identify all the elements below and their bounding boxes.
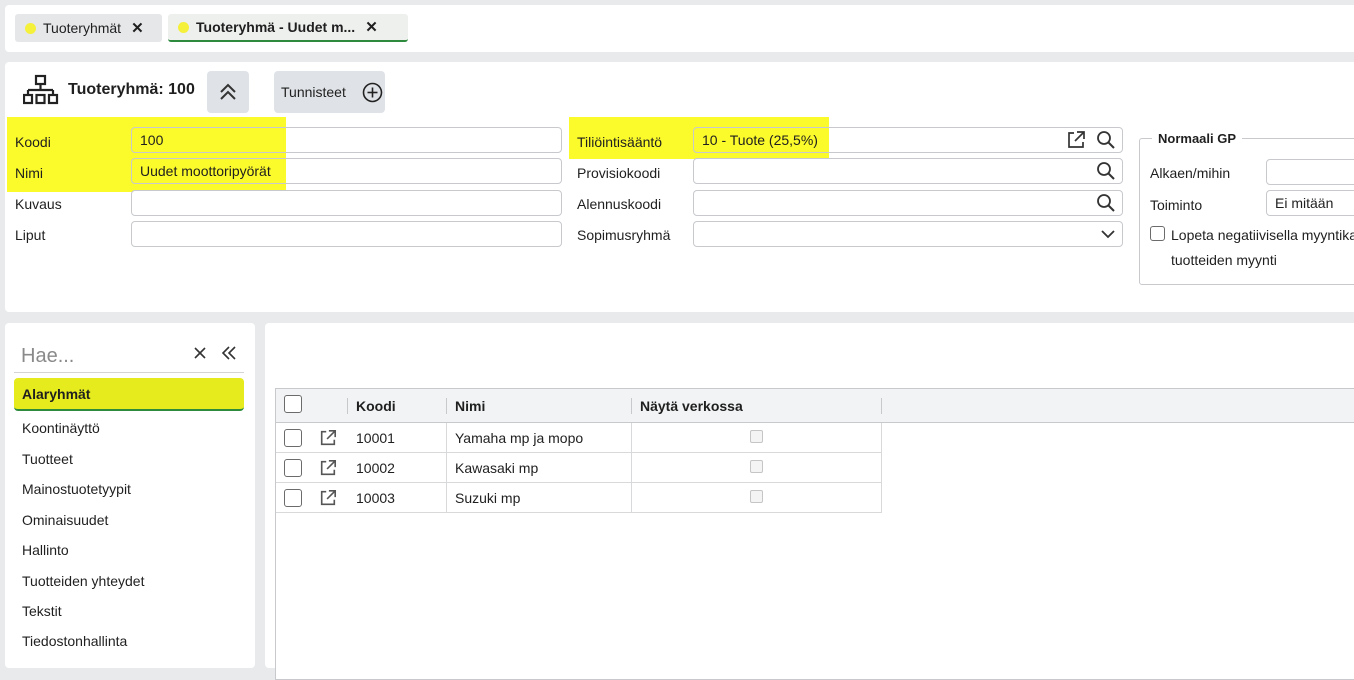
sidebar-item-hallinto[interactable]: Hallinto xyxy=(22,542,69,558)
tags-button[interactable]: Tunnisteet xyxy=(274,71,385,113)
tags-label: Tunnisteet xyxy=(281,84,346,100)
sidebar-search-input[interactable]: Hae... xyxy=(21,345,74,368)
double-chevron-up-icon xyxy=(220,83,236,100)
hierarchy-icon xyxy=(23,74,59,106)
column-separator xyxy=(446,398,447,414)
gp-legend: Normaali GP xyxy=(1152,131,1243,146)
provisio-field[interactable] xyxy=(693,158,1123,184)
row-koodi: 10001 xyxy=(356,430,395,446)
search-icon[interactable] xyxy=(1096,161,1116,181)
search-underline xyxy=(14,372,244,373)
column-header-nimi[interactable]: Nimi xyxy=(455,398,485,414)
toiminto-value: Ei mitään xyxy=(1275,195,1334,211)
open-external-icon[interactable] xyxy=(1066,130,1086,150)
provisio-label: Provisiokoodi xyxy=(577,165,661,181)
lopeta-label-line2: tuotteiden myynti xyxy=(1171,252,1277,268)
row-koodi: 10003 xyxy=(356,490,395,506)
row-checkbox[interactable] xyxy=(284,429,302,447)
grid-header xyxy=(276,389,1354,423)
toiminto-select[interactable]: Ei mitään xyxy=(1266,190,1354,216)
data-grid xyxy=(275,388,1354,680)
tab-label: Tuoteryhmät xyxy=(43,20,122,36)
open-external-icon[interactable] xyxy=(319,459,337,477)
row-checkbox[interactable] xyxy=(284,459,302,477)
koodi-value: 100 xyxy=(140,132,164,148)
tab-status-dot-icon xyxy=(178,21,189,33)
column-header-koodi[interactable]: Koodi xyxy=(356,398,396,414)
sidebar-item-ominaisuudet[interactable]: Ominaisuudet xyxy=(22,512,108,528)
column-separator xyxy=(347,398,348,414)
add-circle-icon xyxy=(362,82,383,103)
sidebar-item-tuotteet[interactable]: Tuotteet xyxy=(22,451,73,467)
row-checkbox[interactable] xyxy=(284,489,302,507)
nimi-label: Nimi xyxy=(15,165,43,181)
sidebar-item-tiedostonhallinta[interactable]: Tiedostonhallinta xyxy=(22,633,127,649)
collapse-sidebar-icon[interactable] xyxy=(221,346,237,360)
tiliointi-field[interactable]: 10 - Tuote (25,5%) xyxy=(693,127,1123,153)
nimi-field[interactable]: Uudet moottoripyörät xyxy=(131,158,562,184)
sidebar-item-tekstit[interactable]: Tekstit xyxy=(22,603,62,619)
tiliointi-label: Tiliöintisääntö xyxy=(577,134,663,150)
column-line xyxy=(631,423,632,513)
liput-field[interactable] xyxy=(131,221,562,247)
tab-tuoteryhma-uudet[interactable]: Tuoteryhmä - Uudet m... ✕ xyxy=(168,14,408,42)
lopeta-checkbox[interactable] xyxy=(1150,226,1165,241)
search-icon[interactable] xyxy=(1096,193,1116,213)
sidebar-item-mainostuotetyypit[interactable]: Mainostuotetyypit xyxy=(22,481,131,497)
row-nimi: Kawasaki mp xyxy=(455,460,539,476)
close-icon[interactable]: ✕ xyxy=(365,18,378,36)
sidebar-item-label: Alaryhmät xyxy=(22,385,91,402)
kuvaus-field[interactable] xyxy=(131,190,562,216)
tiliointi-value: 10 - Tuote (25,5%) xyxy=(702,132,818,148)
open-external-icon[interactable] xyxy=(319,429,337,447)
liput-label: Liput xyxy=(15,227,46,243)
open-external-icon[interactable] xyxy=(319,489,337,507)
column-separator xyxy=(631,398,632,414)
page-title: Tuoteryhmä: 100 xyxy=(68,81,195,98)
tab-label: Tuoteryhmä - Uudet m... xyxy=(196,19,356,35)
row-nimi: Suzuki mp xyxy=(455,490,521,506)
collapse-button[interactable] xyxy=(207,71,249,113)
alkaen-field[interactable] xyxy=(1266,159,1354,185)
kuvaus-label: Kuvaus xyxy=(15,196,62,212)
column-header-nayta-verkossa[interactable]: Näytä verkossa xyxy=(640,398,743,414)
row-nimi: Yamaha mp ja mopo xyxy=(455,430,584,446)
nayta-verkossa-checkbox xyxy=(750,430,763,443)
sidebar-item-tuotteiden-yhteydet[interactable]: Tuotteiden yhteydet xyxy=(22,573,144,589)
row-divider xyxy=(276,452,882,453)
lopeta-label-line1: Lopeta negatiivisella myyntika xyxy=(1171,227,1354,243)
alennus-label: Alennuskoodi xyxy=(577,196,662,212)
nayta-verkossa-checkbox xyxy=(750,460,763,473)
row-divider xyxy=(276,482,882,483)
sidebar-item-alaryhmat[interactable]: Alaryhmät xyxy=(14,378,244,411)
sopimus-label: Sopimusryhmä xyxy=(577,227,671,243)
row-divider xyxy=(276,512,882,513)
column-separator xyxy=(881,398,882,414)
nimi-value: Uudet moottoripyörät xyxy=(140,163,271,179)
column-line xyxy=(446,423,447,513)
koodi-label: Koodi xyxy=(15,134,51,150)
tab-status-dot-icon xyxy=(25,22,36,34)
nayta-verkossa-checkbox xyxy=(750,490,763,503)
sidebar-item-koontinaytto[interactable]: Koontinäyttö xyxy=(22,420,100,436)
clear-search-icon[interactable] xyxy=(194,347,206,359)
koodi-field[interactable]: 100 xyxy=(131,127,562,153)
alkaen-label: Alkaen/mihin xyxy=(1150,165,1231,181)
sopimus-select[interactable] xyxy=(693,221,1123,247)
tab-tuoteryhmat[interactable]: Tuoteryhmät ✕ xyxy=(15,14,162,42)
alennus-field[interactable] xyxy=(693,190,1123,216)
search-icon[interactable] xyxy=(1096,130,1116,150)
row-koodi: 10002 xyxy=(356,460,395,476)
column-line xyxy=(881,423,882,513)
toiminto-label: Toiminto xyxy=(1150,197,1203,213)
select-all-checkbox[interactable] xyxy=(284,395,302,413)
close-icon[interactable]: ✕ xyxy=(131,19,144,37)
chevron-down-icon xyxy=(1100,227,1116,241)
